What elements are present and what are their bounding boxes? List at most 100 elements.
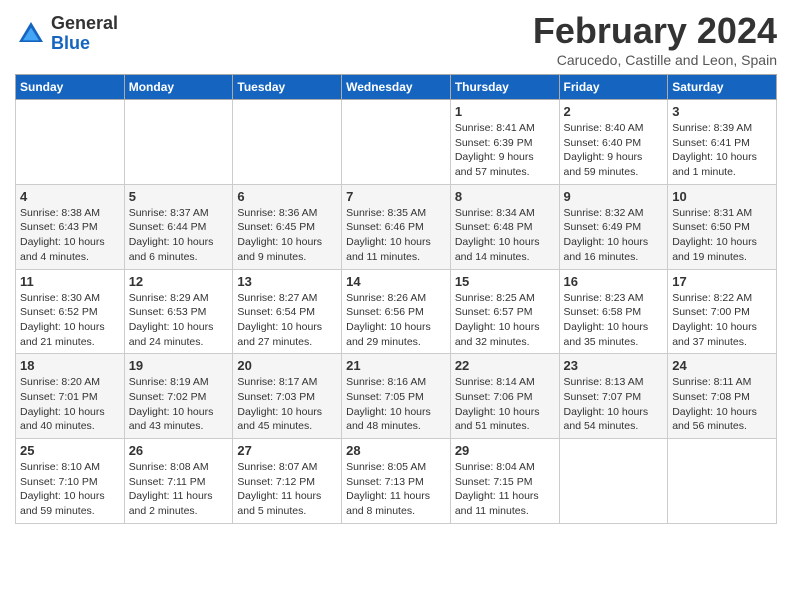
- calendar-cell: 15Sunrise: 8:25 AMSunset: 6:57 PMDayligh…: [450, 269, 559, 354]
- day-info: Sunrise: 8:22 AMSunset: 7:00 PMDaylight:…: [672, 291, 772, 350]
- day-info: Sunrise: 8:05 AMSunset: 7:13 PMDaylight:…: [346, 460, 446, 519]
- day-number: 29: [455, 443, 555, 458]
- calendar-cell: 24 Sunrise: 8:11 AMSunset: 7:08 PMDayligh…: [668, 354, 777, 439]
- day-info: Sunrise: 8:39 AMSunset: 6:41 PMDaylight:…: [672, 121, 772, 180]
- day-number: 11: [20, 274, 120, 289]
- day-number: 10: [672, 189, 772, 204]
- day-number: 1: [455, 104, 555, 119]
- calendar-cell: 23 Sunrise: 8:13 AMSunset: 7:07 PMDayligh…: [559, 354, 668, 439]
- calendar-week: 1Sunrise: 8:41 AMSunset: 6:39 PMDaylight…: [16, 100, 777, 185]
- logo-icon: [15, 18, 47, 50]
- weekday-header: Monday: [124, 75, 233, 100]
- day-number: 12: [129, 274, 229, 289]
- day-info: Sunrise: 8:26 AMSunset: 6:56 PMDaylight:…: [346, 291, 446, 350]
- day-number: 7: [346, 189, 446, 204]
- calendar-cell: 29 Sunrise: 8:04 AMSunset: 7:15 PMDayligh…: [450, 439, 559, 524]
- calendar-cell: 22Sunrise: 8:14 AMSunset: 7:06 PMDayligh…: [450, 354, 559, 439]
- day-number: 3: [672, 104, 772, 119]
- day-info: Sunrise: 8:13 AMSunset: 7:07 PMDaylight:…: [564, 375, 664, 434]
- day-info: Sunrise: 8:10 AMSunset: 7:10 PMDaylight:…: [20, 460, 120, 519]
- day-number: 18: [20, 358, 120, 373]
- calendar-cell: 11Sunrise: 8:30 AMSunset: 6:52 PMDayligh…: [16, 269, 125, 354]
- calendar-cell: 21Sunrise: 8:16 AMSunset: 7:05 PMDayligh…: [342, 354, 451, 439]
- day-info: Sunrise: 8:14 AMSunset: 7:06 PMDaylight:…: [455, 375, 555, 434]
- day-number: 27: [237, 443, 337, 458]
- day-number: 5: [129, 189, 229, 204]
- calendar-body: 1Sunrise: 8:41 AMSunset: 6:39 PMDaylight…: [16, 100, 777, 524]
- day-info: Sunrise: 8:08 AMSunset: 7:11 PMDaylight:…: [129, 460, 229, 519]
- day-number: 4: [20, 189, 120, 204]
- day-info: Sunrise: 8:38 AMSunset: 6:43 PMDaylight:…: [20, 206, 120, 265]
- logo: General Blue: [15, 14, 118, 54]
- day-number: 28: [346, 443, 446, 458]
- day-info: Sunrise: 8:29 AMSunset: 6:53 PMDaylight:…: [129, 291, 229, 350]
- calendar-cell: 4 Sunrise: 8:38 AMSunset: 6:43 PMDaylight…: [16, 184, 125, 269]
- day-number: 2: [564, 104, 664, 119]
- day-number: 9: [564, 189, 664, 204]
- calendar-cell: 19Sunrise: 8:19 AMSunset: 7:02 PMDayligh…: [124, 354, 233, 439]
- calendar-cell: 14 Sunrise: 8:26 AMSunset: 6:56 PMDayligh…: [342, 269, 451, 354]
- day-number: 14: [346, 274, 446, 289]
- logo-text: General Blue: [51, 14, 118, 54]
- day-info: Sunrise: 8:27 AMSunset: 6:54 PMDaylight:…: [237, 291, 337, 350]
- header: General Blue February 2024 Carucedo, Cas…: [15, 10, 777, 68]
- day-number: 19: [129, 358, 229, 373]
- calendar-cell: 17 Sunrise: 8:22 AMSunset: 7:00 PMDayligh…: [668, 269, 777, 354]
- calendar-week: 25 Sunrise: 8:10 AMSunset: 7:10 PMDayligh…: [16, 439, 777, 524]
- weekday-header: Friday: [559, 75, 668, 100]
- calendar-cell: 8 Sunrise: 8:34 AMSunset: 6:48 PMDaylight…: [450, 184, 559, 269]
- day-info: Sunrise: 8:16 AMSunset: 7:05 PMDaylight:…: [346, 375, 446, 434]
- month-title: February 2024: [533, 10, 777, 52]
- calendar-cell: 5Sunrise: 8:37 AMSunset: 6:44 PMDaylight…: [124, 184, 233, 269]
- calendar-cell: 6Sunrise: 8:36 AMSunset: 6:45 PMDaylight…: [233, 184, 342, 269]
- day-info: Sunrise: 8:04 AMSunset: 7:15 PMDaylight:…: [455, 460, 555, 519]
- calendar-cell: 13Sunrise: 8:27 AMSunset: 6:54 PMDayligh…: [233, 269, 342, 354]
- calendar-cell: [342, 100, 451, 185]
- calendar-cell: 27 Sunrise: 8:07 AMSunset: 7:12 PMDayligh…: [233, 439, 342, 524]
- day-number: 24: [672, 358, 772, 373]
- day-info: Sunrise: 8:11 AMSunset: 7:08 PMDaylight:…: [672, 375, 772, 434]
- calendar-week: 4 Sunrise: 8:38 AMSunset: 6:43 PMDaylight…: [16, 184, 777, 269]
- header-row: SundayMondayTuesdayWednesdayThursdayFrid…: [16, 75, 777, 100]
- day-number: 16: [564, 274, 664, 289]
- calendar-cell: 2 Sunrise: 8:40 AMSunset: 6:40 PMDaylight…: [559, 100, 668, 185]
- calendar-cell: 26 Sunrise: 8:08 AMSunset: 7:11 PMDayligh…: [124, 439, 233, 524]
- day-info: Sunrise: 8:23 AMSunset: 6:58 PMDaylight:…: [564, 291, 664, 350]
- calendar-week: 18Sunrise: 8:20 AMSunset: 7:01 PMDayligh…: [16, 354, 777, 439]
- day-number: 25: [20, 443, 120, 458]
- calendar-cell: 28 Sunrise: 8:05 AMSunset: 7:13 PMDayligh…: [342, 439, 451, 524]
- weekday-header: Sunday: [16, 75, 125, 100]
- day-number: 6: [237, 189, 337, 204]
- day-info: Sunrise: 8:07 AMSunset: 7:12 PMDaylight:…: [237, 460, 337, 519]
- day-info: Sunrise: 8:34 AMSunset: 6:48 PMDaylight:…: [455, 206, 555, 265]
- day-number: 23: [564, 358, 664, 373]
- day-info: Sunrise: 8:40 AMSunset: 6:40 PMDaylight:…: [564, 121, 664, 180]
- day-info: Sunrise: 8:17 AMSunset: 7:03 PMDaylight:…: [237, 375, 337, 434]
- day-number: 26: [129, 443, 229, 458]
- day-info: Sunrise: 8:32 AMSunset: 6:49 PMDaylight:…: [564, 206, 664, 265]
- logo-general: General: [51, 14, 118, 34]
- calendar-cell: [668, 439, 777, 524]
- day-number: 17: [672, 274, 772, 289]
- calendar-cell: [559, 439, 668, 524]
- day-number: 20: [237, 358, 337, 373]
- day-info: Sunrise: 8:25 AMSunset: 6:57 PMDaylight:…: [455, 291, 555, 350]
- title-block: February 2024 Carucedo, Castille and Leo…: [533, 10, 777, 68]
- weekday-header: Wednesday: [342, 75, 451, 100]
- location: Carucedo, Castille and Leon, Spain: [533, 52, 777, 68]
- calendar-cell: 12 Sunrise: 8:29 AMSunset: 6:53 PMDayligh…: [124, 269, 233, 354]
- day-number: 8: [455, 189, 555, 204]
- logo-blue: Blue: [51, 34, 118, 54]
- weekday-header: Thursday: [450, 75, 559, 100]
- calendar-header: SundayMondayTuesdayWednesdayThursdayFrid…: [16, 75, 777, 100]
- calendar-cell: 10Sunrise: 8:31 AMSunset: 6:50 PMDayligh…: [668, 184, 777, 269]
- calendar: SundayMondayTuesdayWednesdayThursdayFrid…: [15, 74, 777, 524]
- calendar-cell: 16 Sunrise: 8:23 AMSunset: 6:58 PMDayligh…: [559, 269, 668, 354]
- day-info: Sunrise: 8:35 AMSunset: 6:46 PMDaylight:…: [346, 206, 446, 265]
- calendar-cell: 18Sunrise: 8:20 AMSunset: 7:01 PMDayligh…: [16, 354, 125, 439]
- weekday-header: Saturday: [668, 75, 777, 100]
- calendar-cell: 9 Sunrise: 8:32 AMSunset: 6:49 PMDaylight…: [559, 184, 668, 269]
- calendar-cell: [233, 100, 342, 185]
- calendar-cell: 25 Sunrise: 8:10 AMSunset: 7:10 PMDayligh…: [16, 439, 125, 524]
- calendar-cell: 3 Sunrise: 8:39 AMSunset: 6:41 PMDaylight…: [668, 100, 777, 185]
